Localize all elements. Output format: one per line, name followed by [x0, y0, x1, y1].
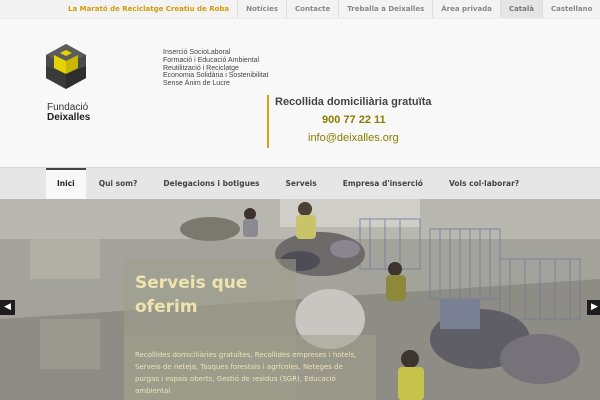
top-link-contacte[interactable]: Contacte — [287, 0, 340, 18]
top-link-marato[interactable]: La Marató de Reciclatge Creatiu de Roba — [58, 0, 237, 18]
top-link-area-privada[interactable]: Àrea privada — [433, 0, 501, 18]
nav-item-serveis[interactable]: Serveis — [273, 168, 330, 200]
contact-email[interactable]: info@deixalles.org — [308, 132, 399, 144]
site-header: Fundació Deixalles Inserció SocioLaboral… — [0, 18, 600, 167]
nav-item-vols-collaborar[interactable]: Vols col·laborar? — [436, 168, 532, 200]
arrow-right-icon[interactable]: ▶ — [587, 300, 600, 315]
hero-slider: Serveis que oferim Recollides domiciliàr… — [0, 199, 600, 400]
page: La Marató de Reciclatge Creatiu de Roba … — [0, 0, 600, 400]
tagline: Sense Ànim de Lucre — [163, 80, 230, 88]
contact-phone[interactable]: 900 77 22 11 — [322, 114, 386, 126]
logo-mark — [46, 44, 86, 89]
tagline: Reutilització i Reciclatge — [163, 64, 239, 72]
contact-title: Recollida domiciliària gratuïta — [275, 96, 432, 108]
nav-item-delegacions[interactable]: Delegacions i botigues — [150, 168, 272, 200]
arrow-left-icon[interactable]: ◀ — [0, 300, 15, 315]
slide-text: Recollides domiciliàries gratuïtes, Reco… — [135, 351, 357, 395]
language-castellano[interactable]: Castellano — [543, 0, 600, 18]
deixalles-logo-icon[interactable] — [46, 44, 126, 104]
tagline: Inserció SocioLaboral — [163, 49, 231, 56]
slide-title: Serveis que oferim — [135, 273, 248, 317]
top-link-treballa[interactable]: Treballa a Deixalles — [339, 0, 434, 18]
top-link-noticies[interactable]: Notícies — [237, 0, 288, 18]
tagline: Formació i Educació Ambiental — [163, 56, 260, 64]
nav-item-inici[interactable]: Inici — [46, 168, 86, 200]
contact-block: Recollida domiciliària gratuïta 900 77 2… — [267, 95, 447, 148]
top-bar: La Marató de Reciclatge Creatiu de Roba … — [0, 0, 600, 18]
main-nav-items: Inici Qui som? Delegacions i botigues Se… — [46, 168, 532, 200]
top-links: La Marató de Reciclatge Creatiu de Roba … — [58, 0, 600, 18]
language-catala[interactable]: Català — [500, 0, 543, 18]
nav-item-qui-som[interactable]: Qui som? — [86, 168, 151, 200]
main-nav: Inici Qui som? Delegacions i botigues Se… — [0, 167, 600, 200]
nav-item-empresa-insercio[interactable]: Empresa d'inserció — [330, 168, 436, 200]
logo-text-deixalles: Deixalles — [47, 112, 91, 123]
taglines: Inserció SocioLaboral Formació i Educaci… — [163, 49, 268, 88]
